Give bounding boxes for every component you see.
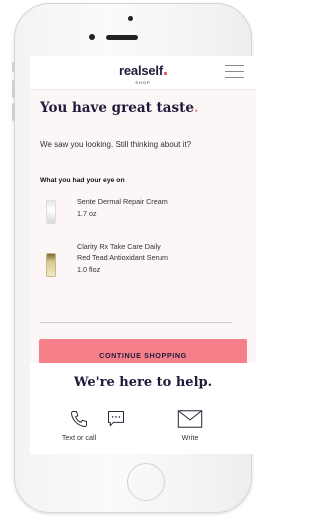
title-accent-dot: . — [193, 100, 199, 116]
section-label: What you had your eye on — [40, 177, 125, 184]
logo-dot — [163, 72, 167, 75]
logo-subtitle: SHOP — [135, 80, 151, 85]
text-or-call-label: Text or call — [61, 433, 97, 442]
volume-down-button — [12, 103, 15, 121]
help-title: We're here to help. — [73, 375, 213, 390]
product-item[interactable]: Sente Dermal Repair Cream 1.7 oz — [40, 196, 240, 226]
phone-screen: realself SHOP You have great taste. We s… — [30, 56, 256, 454]
product-size: 1.7 oz — [77, 209, 97, 218]
volume-up-button — [12, 80, 15, 98]
title-text: You have great taste — [40, 100, 194, 116]
mute-switch — [12, 62, 15, 72]
abandoned-cart-panel: You have great taste. We saw you looking… — [30, 90, 256, 371]
chat-bubble-icon — [108, 411, 124, 427]
write-label: Write — [181, 433, 199, 442]
divider — [40, 322, 232, 323]
subtitle: We saw you looking. Still thinking about… — [40, 140, 192, 149]
product-image — [46, 253, 56, 277]
text-or-call-link[interactable]: Text or call — [54, 409, 104, 442]
logo-wordmark: realself — [119, 63, 163, 78]
page-title: You have great taste. — [40, 100, 199, 116]
product-name-line2: Red Tead Antioxidant Serum — [77, 253, 168, 262]
envelope-icon — [177, 410, 203, 428]
hamburger-menu-icon[interactable] — [225, 65, 244, 78]
product-name-line1: Clarity Rx Take Care Daily — [77, 242, 161, 251]
home-button[interactable] — [127, 463, 165, 501]
write-link[interactable]: Write — [170, 409, 210, 442]
chat-link[interactable] — [106, 409, 126, 429]
site-header: realself SHOP — [30, 56, 256, 90]
sensor — [89, 34, 95, 40]
product-name: Sente Dermal Repair Cream — [77, 197, 168, 206]
earpiece-speaker — [106, 35, 138, 40]
phone-icon — [71, 411, 87, 427]
help-section: We're here to help. Text or call Write — [30, 363, 256, 454]
product-size: 1.0 floz — [77, 265, 101, 274]
front-camera — [128, 16, 133, 21]
realself-logo[interactable]: realself SHOP — [30, 62, 256, 85]
product-item[interactable]: Clarity Rx Take Care Daily Red Tead Anti… — [40, 241, 240, 281]
product-image — [46, 200, 56, 224]
